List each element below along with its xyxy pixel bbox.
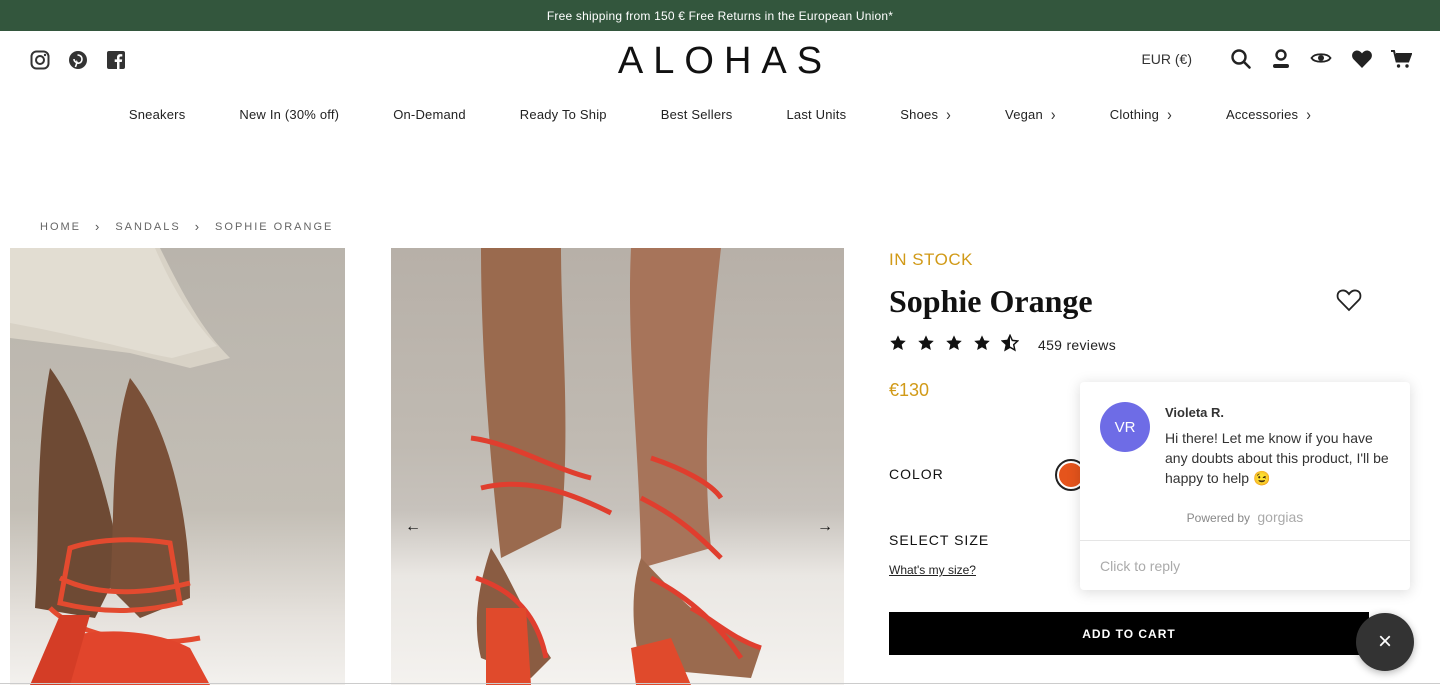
- nav-item-clothing[interactable]: Clothing ›: [1109, 104, 1172, 124]
- chat-reply-input[interactable]: Click to reply: [1100, 558, 1180, 574]
- account-icon[interactable]: [1270, 48, 1292, 70]
- nav-label: Clothing: [1109, 106, 1160, 122]
- chevron-right-icon: ›: [1050, 104, 1056, 124]
- avatar: VR: [1100, 402, 1150, 452]
- chevron-right-icon: ›: [1306, 104, 1312, 124]
- facebook-icon[interactable]: [106, 50, 126, 70]
- currency-selector[interactable]: EUR (€): [1141, 51, 1192, 67]
- half-star-icon: [1001, 334, 1019, 352]
- social-links: [30, 50, 126, 70]
- product-price: €130: [889, 380, 930, 400]
- search-icon[interactable]: [1230, 48, 1252, 70]
- product-photo-2: [470, 248, 762, 685]
- close-icon: ×: [1377, 628, 1392, 655]
- nav-item-accessories[interactable]: Accessories ›: [1225, 104, 1312, 124]
- chat-powered-by: Powered by gorgias: [1080, 509, 1410, 525]
- nav-item-shoes[interactable]: Shoes ›: [900, 104, 952, 124]
- wishlist-heart-icon[interactable]: [1336, 288, 1362, 312]
- star-icon: [946, 335, 962, 351]
- nav-item-sneakers[interactable]: Sneakers: [129, 106, 186, 122]
- chevron-right-icon: ›: [95, 219, 102, 234]
- product-photo-1: [10, 248, 230, 685]
- stock-status: IN STOCK: [889, 250, 973, 269]
- star-icon: [918, 335, 934, 351]
- nav-item-vegan[interactable]: Vegan ›: [1005, 104, 1056, 124]
- chat-popup[interactable]: VR Violeta R. Hi there! Let me know if y…: [1080, 382, 1410, 590]
- header-actions: EUR (€): [1141, 48, 1413, 70]
- divider: [1080, 540, 1410, 541]
- chevron-right-icon: ›: [194, 219, 202, 234]
- chat-message: Hi there! Let me know if you have any do…: [1165, 430, 1389, 486]
- nav-label: Last Units: [786, 106, 847, 122]
- chevron-right-icon: ›: [1167, 104, 1172, 124]
- main-nav: Sneakers New In (30% off) On-Demand Read…: [0, 104, 1440, 124]
- nav-item-best-sellers[interactable]: Best Sellers: [661, 106, 733, 122]
- breadcrumb-sandals[interactable]: SANDALS: [115, 221, 180, 233]
- review-count[interactable]: 459 reviews: [1038, 337, 1116, 353]
- eye-icon[interactable]: [1310, 48, 1332, 70]
- breadcrumb-home[interactable]: HOME: [40, 221, 81, 233]
- product-title: Sophie Orange: [889, 283, 1093, 319]
- announcement-text: Free shipping from 150 € Free Returns in…: [546, 8, 894, 23]
- color-label: COLOR: [889, 466, 944, 482]
- cart-icon[interactable]: [1390, 48, 1413, 70]
- gallery-next-button[interactable]: →: [817, 518, 833, 536]
- nav-label: Sneakers: [128, 106, 186, 122]
- nav-item-last-units[interactable]: Last Units: [786, 106, 846, 122]
- product-image-1[interactable]: [10, 248, 345, 685]
- rating-stars[interactable]: [889, 334, 1019, 352]
- nav-item-ready-to-ship[interactable]: Ready To Ship: [520, 106, 607, 122]
- product-image-2[interactable]: ← →: [391, 248, 844, 685]
- nav-item-new-in[interactable]: New In (30% off): [239, 106, 339, 122]
- chat-agent-name: Violeta R.: [1165, 405, 1225, 420]
- nav-label: Vegan: [1005, 106, 1043, 122]
- nav-label: Accessories: [1225, 106, 1299, 122]
- size-label: SELECT SIZE: [889, 532, 990, 548]
- chevron-right-icon: ›: [946, 104, 952, 124]
- nav-label: Ready To Ship: [519, 106, 607, 122]
- add-to-cart-button[interactable]: ADD TO CART: [889, 612, 1369, 655]
- size-guide-link[interactable]: What's my size?: [889, 563, 976, 577]
- nav-item-on-demand[interactable]: On-Demand: [393, 106, 466, 122]
- divider: [0, 683, 1440, 684]
- heart-icon[interactable]: [1350, 48, 1372, 70]
- nav-label: Best Sellers: [660, 106, 733, 122]
- star-icon: [974, 335, 990, 351]
- chat-close-button[interactable]: ×: [1356, 613, 1414, 671]
- instagram-icon[interactable]: [30, 50, 50, 70]
- pinterest-icon[interactable]: [68, 50, 88, 70]
- announcement-bar: Free shipping from 150 € Free Returns in…: [0, 0, 1440, 31]
- star-icon: [890, 335, 906, 351]
- gallery-prev-button[interactable]: ←: [405, 518, 421, 536]
- powered-by-label: Powered by: [1186, 511, 1251, 525]
- gorgias-logo: gorgias: [1257, 509, 1304, 525]
- breadcrumb: HOME › SANDALS › SOPHIE ORANGE: [40, 219, 333, 234]
- nav-label: Shoes: [900, 106, 939, 122]
- nav-label: New In (30% off): [239, 106, 340, 122]
- nav-label: On-Demand: [393, 106, 466, 122]
- brand-logo-text[interactable]: ALOHAS: [608, 40, 832, 82]
- breadcrumb-current: SOPHIE ORANGE: [215, 220, 334, 233]
